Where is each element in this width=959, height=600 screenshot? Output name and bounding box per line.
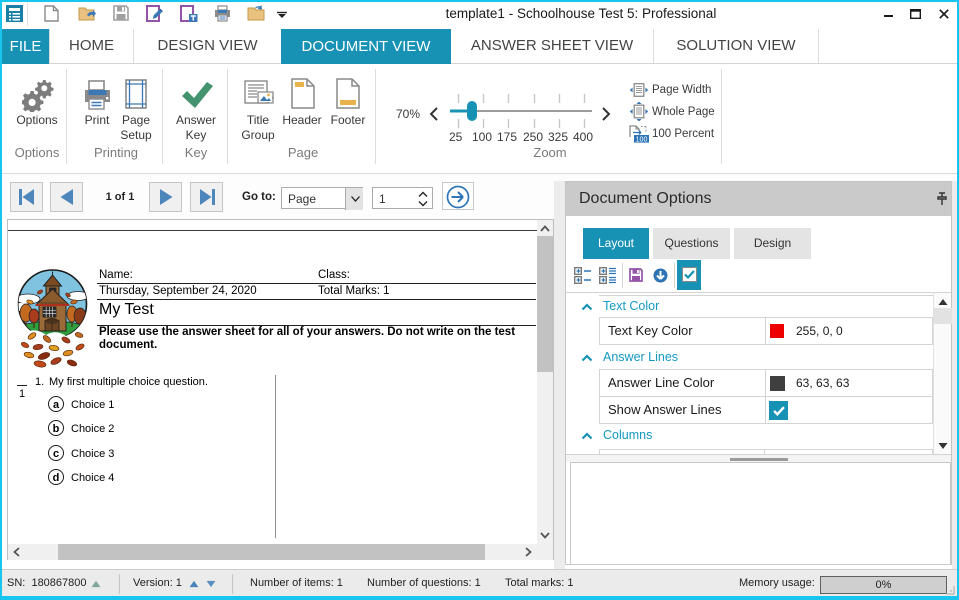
svg-text:100: 100 bbox=[636, 136, 648, 143]
